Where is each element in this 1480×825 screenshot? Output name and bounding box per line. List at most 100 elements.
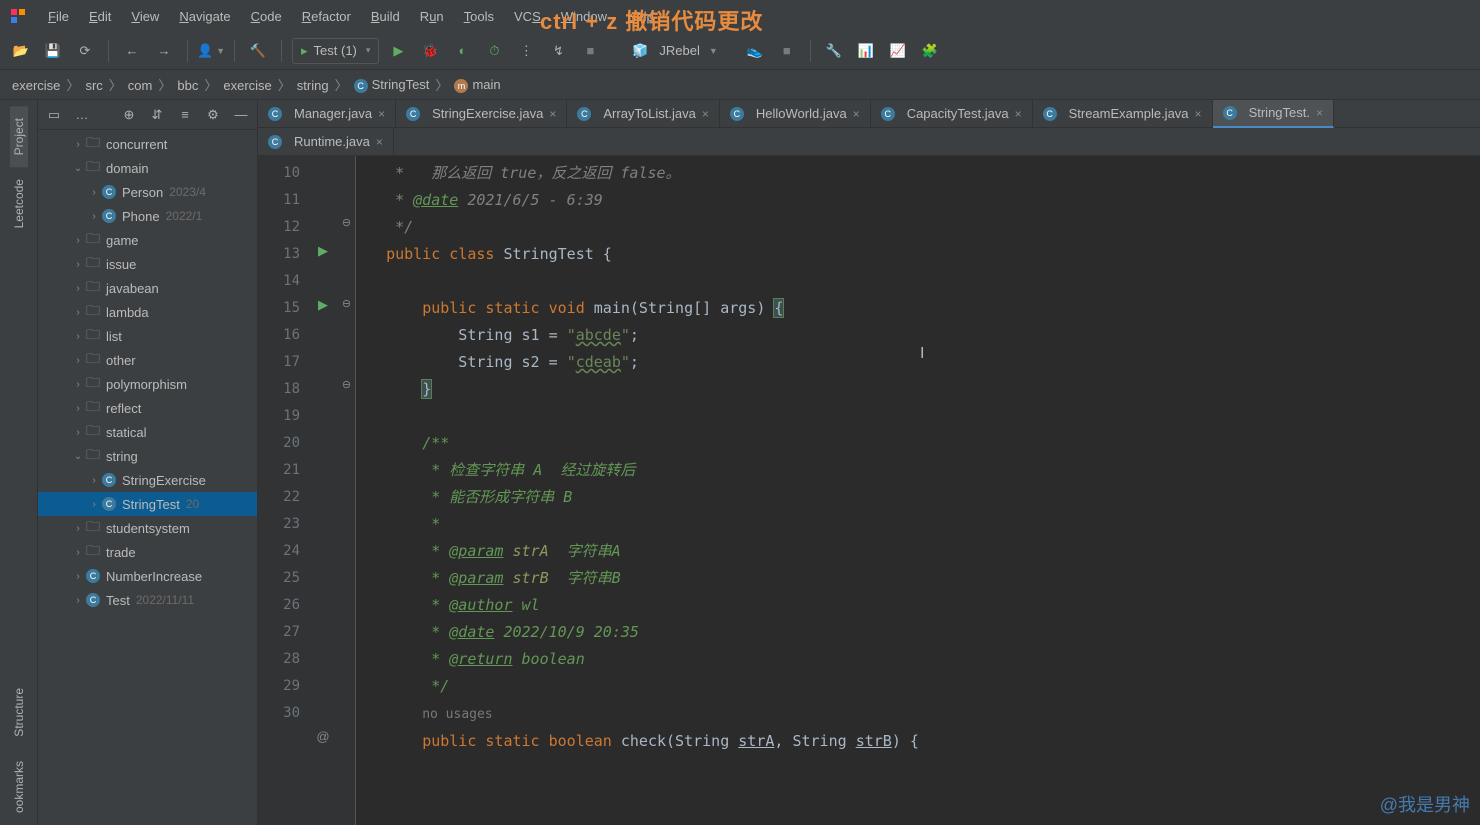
plugin-icon[interactable]: 🧩	[917, 38, 943, 64]
breadcrumb-item[interactable]: src	[83, 78, 104, 93]
breadcrumb-item[interactable]: com	[126, 78, 155, 93]
tree-node[interactable]: ›🗀javabean	[38, 276, 257, 300]
run-icon[interactable]: ▶	[385, 38, 411, 64]
select-target-icon[interactable]: ⊕	[119, 105, 139, 125]
fold-icon[interactable]: ⊖	[338, 291, 355, 318]
open-icon[interactable]: 📂	[8, 38, 34, 64]
jrebel-icon[interactable]: 🧊	[627, 38, 653, 64]
run-line-icon[interactable]: ▶	[308, 291, 338, 318]
tool-icon-2[interactable]: 📊	[853, 38, 879, 64]
tree-arrow-icon[interactable]: ›	[70, 307, 86, 318]
debug-icon[interactable]: 🐞	[417, 38, 443, 64]
tree-arrow-icon[interactable]: ›	[70, 523, 86, 534]
breadcrumb-item[interactable]: exercise	[10, 78, 62, 93]
tree-node[interactable]: ›CStringExercise	[38, 468, 257, 492]
tree-node[interactable]: ›🗀statical	[38, 420, 257, 444]
tree-arrow-icon[interactable]: ›	[86, 475, 102, 486]
tree-node[interactable]: ›🗀issue	[38, 252, 257, 276]
tree-node[interactable]: ›🗀concurrent	[38, 132, 257, 156]
tree-arrow-icon[interactable]: ›	[86, 187, 102, 198]
tree-arrow-icon[interactable]: ›	[70, 139, 86, 150]
tree-node[interactable]: ›🗀trade	[38, 540, 257, 564]
rail-structure[interactable]: Structure	[10, 676, 28, 749]
hammer-icon[interactable]: 🔨	[245, 38, 271, 64]
breadcrumb-item[interactable]: exercise	[221, 78, 273, 93]
hide-icon[interactable]: —	[231, 105, 251, 125]
tree-arrow-icon[interactable]: ›	[70, 403, 86, 414]
tab-close-icon[interactable]: ×	[549, 107, 556, 121]
rail-bookmarks[interactable]: ookmarks	[10, 749, 28, 825]
tree-arrow-icon[interactable]: ›	[86, 499, 102, 510]
panel-expand-icon[interactable]: ▭	[44, 105, 64, 125]
menu-edit[interactable]: Edit	[79, 5, 121, 28]
tab-close-icon[interactable]: ×	[1316, 106, 1323, 120]
stop-icon[interactable]: ■	[577, 38, 603, 64]
refresh-icon[interactable]: ⟳	[72, 38, 98, 64]
tree-arrow-icon[interactable]: ⌄	[70, 163, 86, 174]
menu-code[interactable]: Code	[241, 5, 292, 28]
tree-node[interactable]: ›CNumberIncrease	[38, 564, 257, 588]
more-run-icon[interactable]: ⋮	[513, 38, 539, 64]
menu-run[interactable]: Run	[410, 5, 454, 28]
tree-node[interactable]: ⌄🗀string	[38, 444, 257, 468]
tree-arrow-icon[interactable]: ›	[70, 379, 86, 390]
tree-arrow-icon[interactable]: ›	[70, 235, 86, 246]
menu-refactor[interactable]: Refactor	[292, 5, 361, 28]
editor-tab[interactable]: CStringTest.×	[1213, 100, 1334, 128]
save-icon[interactable]: 💾	[40, 38, 66, 64]
run-gutter[interactable]: ▶▶@	[308, 156, 338, 825]
tree-arrow-icon[interactable]: ›	[70, 427, 86, 438]
tab-close-icon[interactable]: ×	[378, 107, 385, 121]
tab-close-icon[interactable]: ×	[376, 135, 383, 149]
tab-close-icon[interactable]: ×	[1015, 107, 1022, 121]
avatar-icon[interactable]: 👤▼	[198, 38, 224, 64]
menu-tools[interactable]: Tools	[454, 5, 504, 28]
tree-arrow-icon[interactable]: ›	[70, 283, 86, 294]
tree-node[interactable]: ›🗀list	[38, 324, 257, 348]
run-config-select[interactable]: ▸ Test (1) ▾	[292, 38, 379, 64]
menu-view[interactable]: View	[121, 5, 169, 28]
breadcrumb-item[interactable]: bbc	[175, 78, 200, 93]
tab-close-icon[interactable]: ×	[1195, 107, 1202, 121]
tool-icon-1[interactable]: 🔧	[821, 38, 847, 64]
tree-node[interactable]: ›🗀reflect	[38, 396, 257, 420]
tree-arrow-icon[interactable]: ›	[70, 547, 86, 558]
editor-tab[interactable]: CHelloWorld.java×	[720, 100, 871, 128]
editor-tab[interactable]: CManager.java×	[258, 100, 396, 128]
project-tree[interactable]: ›🗀concurrent⌄🗀domain›CPerson2023/4›CPhon…	[38, 130, 257, 614]
boot-icon[interactable]: 👟	[742, 38, 768, 64]
rail-leetcode[interactable]: Leetcode	[10, 167, 28, 240]
profile-icon[interactable]: ⏱	[481, 38, 507, 64]
tree-node[interactable]: ›CStringTest20	[38, 492, 257, 516]
tool-icon-3[interactable]: 📈	[885, 38, 911, 64]
tree-node[interactable]: ›🗀polymorphism	[38, 372, 257, 396]
breadcrumb-method[interactable]: mmain	[452, 77, 502, 93]
breadcrumb-class[interactable]: CStringTest	[352, 77, 432, 93]
tree-node[interactable]: ›CTest2022/11/11	[38, 588, 257, 612]
tree-arrow-icon[interactable]: ›	[86, 211, 102, 222]
tree-node[interactable]: ›CPerson2023/4	[38, 180, 257, 204]
fold-icon[interactable]: ⊖	[338, 372, 355, 399]
attach-icon[interactable]: ↯	[545, 38, 571, 64]
back-icon[interactable]: ←	[119, 38, 145, 64]
editor-tab[interactable]: CCapacityTest.java×	[871, 100, 1033, 128]
jrebel-label[interactable]: JRebel	[659, 43, 699, 58]
editor-tab[interactable]: CRuntime.java×	[258, 128, 394, 156]
editor-tab[interactable]: CStreamExample.java×	[1033, 100, 1213, 128]
tree-arrow-icon[interactable]: ›	[70, 355, 86, 366]
tab-close-icon[interactable]: ×	[853, 107, 860, 121]
run-line-icon[interactable]: ▶	[308, 237, 338, 264]
tree-node[interactable]: ›🗀other	[38, 348, 257, 372]
menu-navigate[interactable]: Navigate	[169, 5, 240, 28]
tree-node[interactable]: ⌄🗀domain	[38, 156, 257, 180]
stop2-icon[interactable]: ■	[774, 38, 800, 64]
menu-build[interactable]: Build	[361, 5, 410, 28]
expand-all-icon[interactable]: ≡	[175, 105, 195, 125]
tree-node[interactable]: ›🗀lambda	[38, 300, 257, 324]
tab-close-icon[interactable]: ×	[702, 107, 709, 121]
settings-icon[interactable]: ⚙	[203, 105, 223, 125]
fold-gutter[interactable]: ⊖⊖⊖	[338, 156, 356, 825]
tree-arrow-icon[interactable]: ⌄	[70, 451, 86, 462]
tree-arrow-icon[interactable]: ›	[70, 571, 86, 582]
collapse-icon[interactable]: ⇵	[147, 105, 167, 125]
